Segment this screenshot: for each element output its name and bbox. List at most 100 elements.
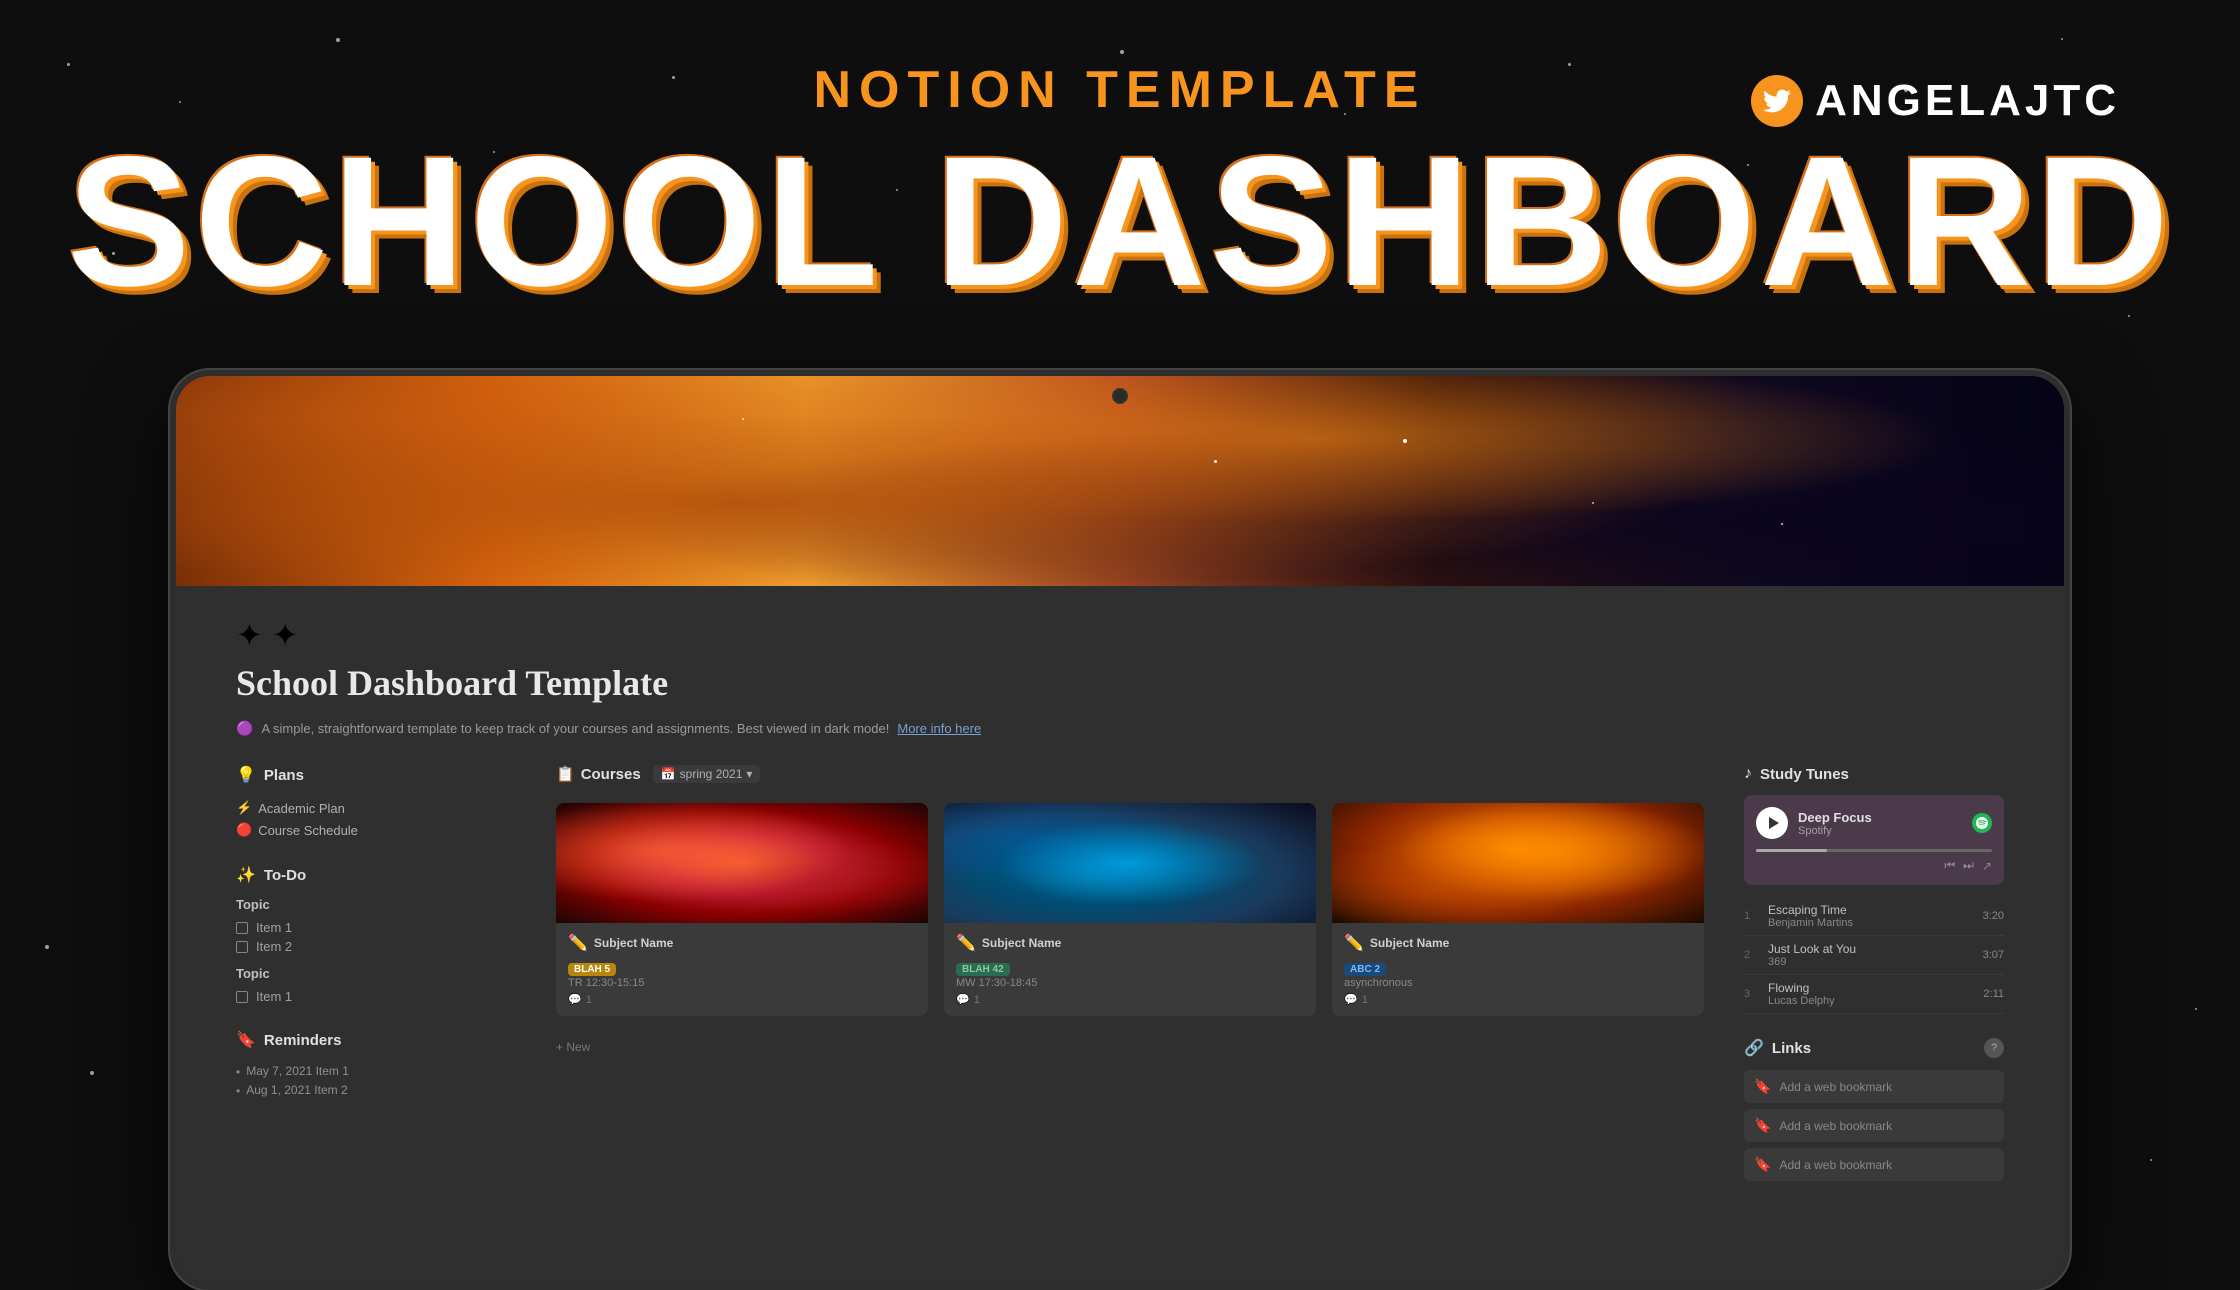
bookmark-label-1: Add a web bookmark: [1779, 1080, 1892, 1094]
track-duration-2: 3:07: [1983, 949, 2004, 961]
track-num-2: 2: [1744, 949, 1758, 961]
courses-header: 📋 Courses 📅 spring 2021 ▾: [556, 765, 1704, 783]
bookmark-item-3[interactable]: 🔖 Add a web bookmark: [1744, 1148, 2004, 1181]
device-wrapper: ✦ ✦ School Dashboard Template 🟣 A simple…: [170, 370, 2070, 1290]
track-title-3: Flowing: [1768, 981, 1973, 995]
middle-column: 📋 Courses 📅 spring 2021 ▾: [556, 765, 1704, 1187]
track-item-1[interactable]: 1 Escaping Time Benjamin Martins 3:20: [1744, 897, 2004, 936]
next-icon[interactable]: ⏭: [1963, 858, 1974, 873]
course-image-1: [556, 803, 928, 923]
bullet-2: •: [236, 1084, 240, 1098]
track-duration-3: 2:11: [1983, 988, 2004, 1000]
filter-badge[interactable]: 📅 spring 2021 ▾: [653, 765, 761, 783]
course-time-3: asynchronous: [1344, 977, 1692, 989]
notion-content: ✦ ✦ School Dashboard Template 🟣 A simple…: [176, 586, 2064, 1284]
course-name-3: Subject Name: [1370, 936, 1449, 950]
checkbox-1-2[interactable]: [236, 941, 248, 953]
device-frame: ✦ ✦ School Dashboard Template 🟣 A simple…: [170, 370, 2070, 1290]
reminders-section: 🔖 Reminders • May 7, 2021 Item 1: [236, 1030, 516, 1100]
player-card: Deep Focus Spotify: [1744, 795, 2004, 885]
plan-label-2: Course Schedule: [258, 823, 358, 838]
add-new-label: + New: [556, 1040, 590, 1054]
desc-text: A simple, straightforward template to ke…: [261, 721, 889, 736]
course-name-row-3: ✏️ Subject Name: [1344, 933, 1692, 953]
notion-banner: [176, 376, 2064, 586]
desc-link[interactable]: More info here: [897, 721, 981, 736]
player-header: Deep Focus Spotify: [1756, 807, 1992, 839]
header-area: NOTION TEMPLATE SCHOOL DASHBOARD: [0, 60, 2240, 315]
course-card-2[interactable]: ✏️ Subject Name BLAH 42 MW 17:30-18:45: [944, 803, 1316, 1016]
links-header: 🔗 Links ?: [1744, 1038, 2004, 1058]
spotify-icon: [1972, 813, 1992, 833]
left-column: 💡 Plans ⚡ Academic Plan 🔴 Cou: [236, 765, 516, 1187]
help-badge[interactable]: ?: [1984, 1038, 2004, 1058]
course-name-row-1: ✏️ Subject Name: [568, 933, 916, 953]
todo-item-2-1[interactable]: Item 1: [236, 987, 516, 1006]
study-tunes-label: Study Tunes: [1760, 766, 1849, 783]
bookmark-label-2: Add a web bookmark: [1779, 1119, 1892, 1133]
course-tag-3: ABC 2: [1344, 963, 1386, 976]
course-card-3[interactable]: ✏️ Subject Name ABC 2 asynchronous: [1332, 803, 1704, 1016]
bookmark-item-1[interactable]: 🔖 Add a web bookmark: [1744, 1070, 2004, 1103]
course-info-2: ✏️ Subject Name BLAH 42 MW 17:30-18:45: [944, 923, 1316, 1016]
course-nebula-1: [556, 803, 928, 923]
todo-item-1-2[interactable]: Item 2: [236, 937, 516, 956]
right-column: ♪ Study Tunes Deep F: [1744, 765, 2004, 1187]
plan-icon-2: 🔴: [236, 822, 252, 838]
course-info-1: ✏️ Subject Name BLAH 5 TR 12:30-15:15: [556, 923, 928, 1016]
prev-icon[interactable]: ⏮: [1944, 858, 1955, 873]
filter-label: spring 2021: [680, 767, 743, 781]
notion-inner: ✦ ✦ School Dashboard Template 🟣 A simple…: [176, 586, 2064, 1217]
checkbox-2-1[interactable]: [236, 991, 248, 1003]
course-time-1: TR 12:30-15:15: [568, 977, 916, 989]
todo-topic-2: Topic: [236, 966, 516, 981]
course-name-row-2: ✏️ Subject Name: [956, 933, 1304, 953]
plan-label-1: Academic Plan: [258, 801, 345, 816]
play-button[interactable]: [1756, 807, 1788, 839]
study-tunes-icon: ♪: [1744, 765, 1752, 783]
todo-label: To-Do: [264, 867, 306, 884]
track-details-3: Flowing Lucas Delphy: [1768, 981, 1973, 1007]
play-icon: [1769, 817, 1779, 829]
track-item-2[interactable]: 2 Just Look at You 369 3:07: [1744, 936, 2004, 975]
course-name-2: Subject Name: [982, 936, 1061, 950]
course-comment-2: 💬 1: [956, 993, 1304, 1006]
player-controls: ⏮ ⏭ ↗: [1756, 858, 1992, 873]
links-icon: 🔗: [1744, 1038, 1764, 1058]
now-playing-source: Spotify: [1798, 825, 1962, 837]
share-icon[interactable]: ↗: [1982, 859, 1992, 873]
player-track-info: Deep Focus Spotify: [1798, 810, 1962, 837]
course-image-2: [944, 803, 1316, 923]
player-progress-bar[interactable]: [1756, 849, 1992, 852]
track-details-1: Escaping Time Benjamin Martins: [1768, 903, 1973, 929]
comment-icon-1: 💬: [568, 993, 582, 1006]
course-time-2: MW 17:30-18:45: [956, 977, 1304, 989]
todo-item-label-1-1: Item 1: [256, 920, 292, 935]
bookmark-item-2[interactable]: 🔖 Add a web bookmark: [1744, 1109, 2004, 1142]
course-card-1[interactable]: ✏️ Subject Name BLAH 5 TR 12:30-15:15: [556, 803, 928, 1016]
todo-item-label-1-2: Item 2: [256, 939, 292, 954]
course-comment-3: 💬 1: [1344, 993, 1692, 1006]
plan-item-2[interactable]: 🔴 Course Schedule: [236, 819, 516, 841]
course-nebula-3: [1332, 803, 1704, 923]
todo-icon: ✨: [236, 865, 256, 885]
bullet-1: •: [236, 1065, 240, 1079]
notion-screen: ✦ ✦ School Dashboard Template 🟣 A simple…: [176, 376, 2064, 1284]
track-item-3[interactable]: 3 Flowing Lucas Delphy 2:11: [1744, 975, 2004, 1014]
plan-icon-1: ⚡: [236, 800, 252, 816]
study-tunes-heading: ♪ Study Tunes: [1744, 765, 2004, 783]
courses-grid: ✏️ Subject Name BLAH 5 TR 12:30-15:15: [556, 803, 1704, 1016]
filter-calendar-icon: 📅: [661, 767, 676, 781]
comment-icon-2: 💬: [956, 993, 970, 1006]
plan-item-1[interactable]: ⚡ Academic Plan: [236, 797, 516, 819]
desc-icon: 🟣: [236, 720, 253, 737]
todo-item-1-1[interactable]: Item 1: [236, 918, 516, 937]
bookmark-icon-1: 🔖: [1754, 1078, 1771, 1095]
reminders-label: Reminders: [264, 1032, 342, 1049]
track-details-2: Just Look at You 369: [1768, 942, 1973, 968]
add-new-button[interactable]: + New: [556, 1036, 1704, 1058]
track-list: 1 Escaping Time Benjamin Martins 3:20: [1744, 897, 2004, 1014]
checkbox-1-1[interactable]: [236, 922, 248, 934]
reminder-text-2: Aug 1, 2021 Item 2: [246, 1083, 347, 1097]
bookmark-icon-2: 🔖: [1754, 1117, 1771, 1134]
